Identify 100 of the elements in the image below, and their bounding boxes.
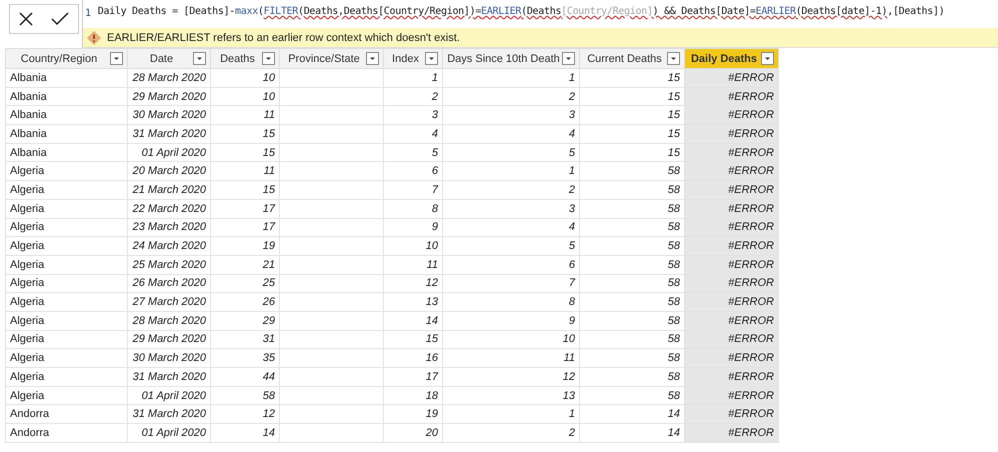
filter-dropdown-icon[interactable] bbox=[562, 52, 575, 65]
column-header[interactable]: Deaths bbox=[210, 48, 280, 68]
table-cell: 1 bbox=[568, 72, 575, 84]
table-cell: 1 bbox=[568, 408, 575, 420]
table-cell: 27 March 2020 bbox=[132, 296, 206, 308]
table-cell: 17 bbox=[262, 221, 275, 234]
table-cell: 14 bbox=[262, 426, 275, 439]
filter-dropdown-icon[interactable] bbox=[193, 52, 206, 65]
formula-token: FILTER bbox=[264, 4, 298, 19]
filter-dropdown-icon[interactable] bbox=[366, 52, 379, 65]
checkmark-icon bbox=[50, 11, 70, 27]
table-cell: 16 bbox=[426, 352, 438, 364]
table-cell: Algeria bbox=[10, 221, 44, 234]
table-cell: Albania bbox=[10, 146, 47, 159]
table-cell: 12 bbox=[562, 370, 575, 383]
column-header[interactable]: Current Deaths bbox=[580, 48, 684, 68]
table-cell: 25 March 2020 bbox=[132, 258, 206, 271]
filter-dropdown-icon[interactable] bbox=[110, 52, 123, 65]
table-cell: 24 March 2020 bbox=[132, 240, 206, 252]
warning-icon bbox=[87, 30, 101, 44]
table-cell: 58 bbox=[668, 370, 680, 383]
table-cell: 29 March 2020 bbox=[132, 90, 206, 103]
table-cell: 10 bbox=[262, 72, 275, 84]
filter-dropdown-icon[interactable] bbox=[667, 52, 680, 65]
table-cell: 29 March 2020 bbox=[132, 333, 206, 346]
table-cell: 9 bbox=[432, 221, 438, 234]
table-cell: 15 bbox=[426, 333, 438, 346]
table-cell: #ERROR bbox=[728, 240, 774, 252]
filter-dropdown-icon[interactable] bbox=[262, 52, 275, 65]
table-cell: 13 bbox=[426, 296, 438, 308]
formula-token: [Country/Region] bbox=[561, 4, 653, 19]
formula-token: (Deaths,Deaths[Country/Region])= bbox=[298, 4, 482, 19]
table-cell: Albania bbox=[10, 128, 47, 140]
table-cell: 21 bbox=[262, 258, 275, 271]
table-cell: 3 bbox=[568, 109, 575, 122]
table-cell: #ERROR bbox=[728, 128, 774, 140]
table-cell: 58 bbox=[668, 221, 680, 234]
table-cell: 7 bbox=[432, 184, 438, 196]
table-cell: 9 bbox=[568, 314, 575, 327]
column-header[interactable]: Index bbox=[384, 48, 442, 68]
table-cell: 10 bbox=[262, 90, 275, 103]
error-message: EARLIER/EARLIEST refers to an earlier row context which doesn't exist. bbox=[107, 32, 460, 44]
column-header[interactable]: Province/State bbox=[280, 48, 384, 68]
table-cell: 15 bbox=[668, 146, 680, 159]
table-cell: Andorra bbox=[10, 408, 50, 420]
column-header[interactable]: Country/Region bbox=[6, 48, 128, 68]
table-cell: 7 bbox=[568, 277, 575, 290]
table-cell: 18 bbox=[426, 390, 438, 402]
table-cell: 12 bbox=[426, 277, 438, 290]
table-cell: Albania bbox=[10, 90, 47, 103]
table-cell: #ERROR bbox=[728, 277, 774, 290]
table-cell: 4 bbox=[432, 128, 438, 140]
column-header[interactable]: Daily Deaths bbox=[684, 48, 778, 68]
table-cell: 10 bbox=[562, 333, 575, 346]
formula-token: EARLIER bbox=[756, 4, 796, 19]
column-header[interactable]: Days Since 10th Death bbox=[442, 48, 580, 68]
table-cell: Algeria bbox=[10, 314, 44, 327]
table-cell: 25 bbox=[262, 277, 275, 290]
table-cell: 23 March 2020 bbox=[132, 221, 206, 234]
column-header[interactable]: Date bbox=[128, 48, 210, 68]
table-cell: #ERROR bbox=[728, 90, 774, 103]
table-cell: 6 bbox=[568, 258, 575, 271]
table-cell: 01 April 2020 bbox=[142, 426, 206, 439]
table-cell: 15 bbox=[668, 72, 680, 84]
table-cell: 3 bbox=[432, 109, 438, 122]
table-cell: 28 March 2020 bbox=[132, 72, 206, 84]
table-cell: #ERROR bbox=[728, 221, 774, 234]
table-cell: Algeria bbox=[10, 352, 44, 364]
table-cell: 20 March 2020 bbox=[132, 165, 206, 178]
table-cell: Algeria bbox=[10, 277, 44, 290]
formula-input[interactable]: 1 Daily Deaths = [Deaths]-maxx(FILTER(Deaths,Deaths[Country/Region])=EARLIER(Deaths[Country/Region]) && Deaths[Date]=EARLIER(Deaths[date]-1),[Deaths]) bbox=[83, 0, 998, 28]
filter-dropdown-icon[interactable] bbox=[761, 52, 774, 65]
table-cell: 13 bbox=[562, 390, 575, 402]
table-cell: #ERROR bbox=[728, 333, 774, 346]
table-cell: 58 bbox=[668, 184, 680, 196]
table-cell: Algeria bbox=[10, 202, 44, 215]
table-cell: 2 bbox=[568, 426, 575, 439]
table-cell: 12 bbox=[262, 408, 275, 420]
table-cell: #ERROR bbox=[728, 352, 774, 364]
table-cell: 2 bbox=[432, 90, 438, 103]
table-cell: 11 bbox=[564, 352, 575, 364]
table-cell: 5 bbox=[568, 240, 575, 252]
table-cell: #ERROR bbox=[728, 296, 774, 308]
table-cell: 31 March 2020 bbox=[132, 408, 206, 420]
table-cell: #ERROR bbox=[728, 146, 774, 159]
table-cell: 29 bbox=[262, 314, 275, 327]
filter-dropdown-icon[interactable] bbox=[425, 52, 438, 65]
table-cell: 58 bbox=[668, 390, 680, 402]
table-cell: Algeria bbox=[10, 240, 44, 252]
table-cell: 2 bbox=[568, 90, 575, 103]
table-cell: 58 bbox=[668, 165, 680, 178]
table-cell: 11 bbox=[264, 165, 275, 178]
table-cell: 01 April 2020 bbox=[142, 390, 206, 402]
table-cell: 31 March 2020 bbox=[132, 370, 206, 383]
table-cell: #ERROR bbox=[728, 72, 774, 84]
table-cell: 8 bbox=[432, 202, 438, 215]
close-icon bbox=[18, 11, 34, 27]
table-cell: 58 bbox=[668, 202, 680, 215]
table-cell: 19 bbox=[426, 408, 438, 420]
table-cell: 22 March 2020 bbox=[132, 202, 206, 215]
